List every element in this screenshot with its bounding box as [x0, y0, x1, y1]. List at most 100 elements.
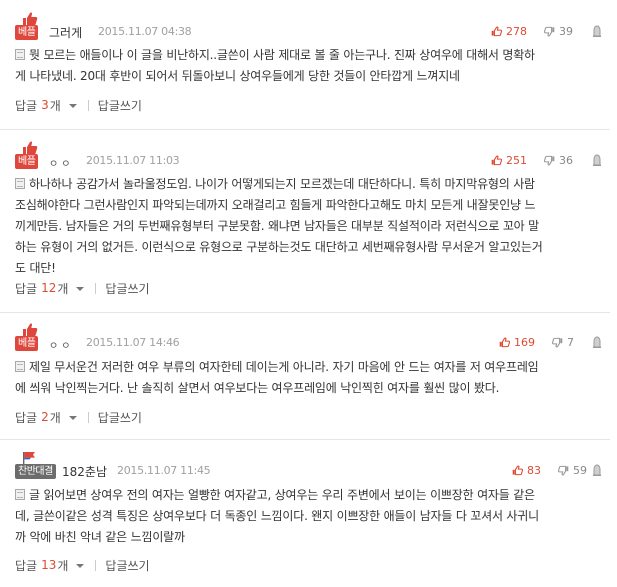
badge-label: 찬반대결: [15, 464, 56, 479]
like-button[interactable]: 83: [512, 463, 541, 477]
reply-toggle[interactable]: 답글 2 개: [15, 409, 77, 426]
comment-line: 제일 무서운건 저러한 여우 부류의 여자한테 데이는게 아니라. 자기 마음에…: [15, 357, 605, 378]
comment-date: 2015.11.07 11:03: [86, 154, 180, 167]
document-icon: [15, 178, 25, 189]
reply-toggle[interactable]: 답글 3 개: [15, 97, 77, 114]
like-count: 278: [506, 24, 527, 38]
caret-down-icon: [76, 287, 85, 291]
author-name[interactable]: ㅇㅇ: [49, 337, 73, 352]
report-icon[interactable]: [592, 464, 602, 476]
report-icon[interactable]: [592, 154, 602, 166]
report-icon[interactable]: [592, 25, 602, 37]
reply-label: 답글: [15, 281, 38, 296]
comment-header: 찬반대결 182춘남 2015.11.07 11:45 83 59: [15, 451, 605, 481]
comment-line: 조심해야한다 그런사람인지 파악되는데까지 오래걸리고 힘들게 파악한다고해도 …: [15, 198, 536, 212]
caret-down-icon: [68, 416, 77, 420]
badge-label: 베플: [15, 336, 39, 351]
comment-line: 글 읽어보면 상여우 전의 여자는 얼빵한 여자같고, 상여우는 우리 주변에서…: [15, 485, 605, 506]
reply-count: 2: [41, 410, 49, 424]
reply-toggle[interactable]: 답글 13 개: [15, 557, 85, 574]
document-icon: [15, 49, 25, 60]
badge-label: 베플: [15, 154, 39, 169]
thumbs-up-icon: [23, 323, 38, 336]
reply-toggle[interactable]: 답글 12 개: [15, 280, 85, 297]
best-badge: 베플: [15, 12, 47, 42]
comment-line: 하나하나 공감가서 놀라울정도임. 나이가 어떻게되는지 모르겠는데 대단하다니…: [15, 174, 605, 195]
comment-body: 뭣 모르는 애들이나 이 글을 비난하지..글쓴이 사람 제대로 볼 줄 아는구…: [15, 45, 605, 87]
reply-unit: 개: [49, 98, 61, 113]
comment-line: 도 대단!: [15, 261, 56, 275]
like-button[interactable]: 169: [499, 335, 535, 349]
comment-body: 하나하나 공감가서 놀라울정도임. 나이가 어떻게되는지 모르겠는데 대단하다니…: [15, 174, 605, 279]
author-name[interactable]: 182춘남: [62, 463, 107, 480]
comment-line: 에 씌워 낙인찍는거다. 난 솔직히 살면서 여우보다는 여우프레임에 낙인찍힌…: [15, 381, 500, 395]
dislike-button[interactable]: 36: [544, 153, 573, 167]
dislike-button[interactable]: 59: [558, 463, 587, 477]
write-reply-button[interactable]: 답글쓰기: [105, 280, 149, 297]
comment-line: 뭣 모르는 애들이나 이 글을 비난하지..글쓴이 사람 제대로 볼 줄 아는구…: [15, 45, 605, 66]
dislike-button[interactable]: 7: [552, 335, 574, 349]
thumbs-up-icon: [23, 12, 38, 25]
reply-unit: 개: [57, 281, 69, 296]
dislike-count: 7: [567, 335, 574, 349]
comment-footer: 답글 3 개 답글쓰기: [15, 97, 142, 113]
divider: [87, 99, 89, 111]
divider: [0, 312, 610, 313]
document-icon: [15, 361, 25, 372]
divider: [87, 411, 89, 423]
divider: [0, 439, 610, 440]
versus-badge: 찬반대결: [15, 451, 61, 481]
like-count: 251: [506, 153, 527, 167]
comment-list: 베플 그러게 2015.11.07 04:38 278 39 뭣 모르는 애들이…: [0, 0, 617, 587]
thumbs-down-icon: [544, 155, 555, 166]
comment-line: 데, 글쓴이같은 성격 특징은 상여우보다 더 독종인 느낌이다. 왠지 이쁘장…: [15, 509, 539, 523]
thumbs-up-icon: [491, 154, 502, 165]
like-button[interactable]: 251: [491, 153, 527, 167]
best-badge: 베플: [15, 323, 47, 353]
reply-unit: 개: [57, 558, 69, 573]
reply-count: 12: [41, 281, 57, 295]
comment-body: 글 읽어보면 상여우 전의 여자는 얼빵한 여자같고, 상여우는 우리 주변에서…: [15, 485, 605, 548]
badge-label: 베플: [15, 25, 39, 40]
thumbs-up-icon: [512, 464, 523, 475]
thumbs-up-icon: [23, 141, 38, 154]
dislike-count: 39: [559, 24, 573, 38]
write-reply-button[interactable]: 답글쓰기: [98, 97, 142, 114]
reply-count: 13: [41, 558, 57, 572]
reply-label: 답글: [15, 558, 38, 573]
comment-line: 끼게만듬. 남자들은 거의 두번째유형부터 구분못함. 왜냐면 남자들은 대부분…: [15, 219, 539, 233]
divider: [0, 129, 610, 130]
write-reply-button[interactable]: 답글쓰기: [98, 409, 142, 426]
like-count: 83: [527, 463, 541, 477]
reply-unit: 개: [49, 410, 61, 425]
thumbs-up-icon: [491, 25, 502, 36]
comment-line: 까 악에 바친 악녀 같은 느낌이랄까: [15, 530, 185, 544]
author-name[interactable]: 그러게: [49, 24, 82, 41]
comment-line: 하는 유형이 거의 없거든. 이런식으로 유형으로 구분하는것도 대단하고 세번…: [15, 240, 543, 254]
dislike-button[interactable]: 39: [544, 24, 573, 38]
caret-down-icon: [76, 564, 85, 568]
comment-date: 2015.11.07 11:45: [117, 464, 211, 477]
best-badge: 베플: [15, 141, 47, 171]
comment-header: 베플 ㅇㅇ 2015.11.07 14:46 169 7: [15, 323, 605, 353]
document-icon: [15, 489, 25, 500]
flag-icon: [23, 452, 35, 465]
thumbs-down-icon: [558, 465, 569, 476]
dislike-count: 36: [559, 153, 573, 167]
divider: [95, 559, 97, 571]
comment-line: 게 나타냈네. 20대 후반이 되어서 뒤돌아보니 상여우들에게 당한 것들이 …: [15, 69, 460, 83]
divider: [95, 282, 97, 294]
comment-footer: 답글 2 개 답글쓰기: [15, 409, 142, 425]
reply-label: 답글: [15, 98, 38, 113]
like-button[interactable]: 278: [491, 24, 527, 38]
dislike-count: 59: [573, 463, 587, 477]
reply-label: 답글: [15, 410, 38, 425]
write-reply-button[interactable]: 답글쓰기: [105, 557, 149, 574]
author-name[interactable]: ㅇㅇ: [49, 155, 73, 170]
like-count: 169: [514, 335, 535, 349]
thumbs-up-icon: [499, 336, 510, 347]
thumbs-down-icon: [544, 26, 555, 37]
report-icon[interactable]: [592, 336, 602, 348]
comment-header: 베플 ㅇㅇ 2015.11.07 11:03 251 36: [15, 141, 605, 171]
caret-down-icon: [68, 104, 77, 108]
